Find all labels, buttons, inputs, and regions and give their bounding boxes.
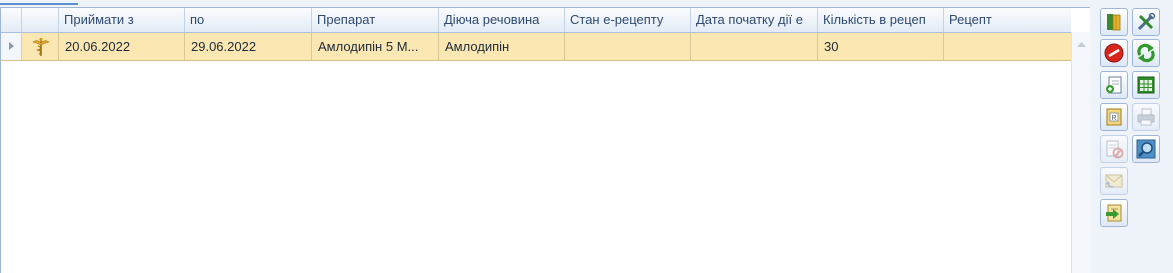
cancel-icon [1104, 43, 1124, 63]
print-button[interactable] [1132, 103, 1160, 131]
column-header-quantity[interactable]: Кількість в рецеп [818, 8, 944, 32]
cell-start-date [691, 33, 818, 60]
column-header-to[interactable]: по [185, 8, 312, 32]
open-book-icon [1107, 14, 1121, 31]
printer-icon [1137, 108, 1155, 126]
column-header-take-from[interactable]: Приймати з [59, 8, 185, 32]
open-book-button[interactable] [1100, 8, 1128, 36]
column-header-substance[interactable]: Діюча речовина [439, 8, 565, 32]
table-view-icon [1137, 76, 1155, 94]
search-button[interactable] [1132, 135, 1160, 163]
add-document-button[interactable] [1100, 71, 1128, 99]
delete-document-icon [1106, 140, 1124, 159]
prescription-form-icon: R [1106, 108, 1122, 126]
delete-document-button[interactable] [1100, 135, 1128, 163]
export-button[interactable] [1100, 199, 1128, 227]
row-pointer-icon [9, 42, 14, 50]
cell-substance: Амлодипін [439, 33, 565, 60]
prescription-form-button[interactable]: R [1100, 103, 1128, 131]
refresh-icon [1137, 43, 1155, 63]
cancel-button[interactable] [1100, 39, 1128, 67]
vertical-scrollbar[interactable] [1071, 32, 1091, 273]
column-header-drug[interactable]: Препарат [312, 8, 439, 32]
magnifier-icon [1136, 139, 1156, 159]
tools-button[interactable] [1132, 8, 1160, 36]
add-document-icon [1106, 76, 1122, 94]
tools-icon [1137, 12, 1156, 31]
row-indicator[interactable] [1, 33, 22, 60]
cell-drug: Амлодипін 5 М... [312, 33, 439, 60]
cell-take-from: 20.06.2022 [59, 33, 185, 60]
refresh-button[interactable] [1132, 39, 1160, 67]
scroll-up-arrow-icon[interactable] [1077, 42, 1086, 47]
cell-erx-status [565, 33, 691, 60]
column-header-erx-status[interactable]: Стан е-рецепту [565, 8, 691, 32]
export-arrow-icon [1106, 204, 1122, 222]
top-tab-strip [0, 0, 1173, 5]
reply-envelope-button[interactable] [1100, 167, 1128, 195]
envelope-reply-icon [1105, 174, 1123, 188]
caduceus-icon [32, 37, 50, 56]
active-tab-indicator [0, 3, 78, 5]
column-header-prescription[interactable]: Рецепт [944, 8, 1071, 32]
grid-header: Приймати з по Препарат Діюча речовина Ст… [1, 8, 1071, 33]
table-row[interactable]: 20.06.2022 29.06.2022 Амлодипін 5 М... А… [1, 33, 1071, 61]
table-view-button[interactable] [1132, 71, 1160, 99]
cell-quantity: 30 [818, 33, 944, 60]
header-indicator-cell [1, 8, 22, 32]
svg-text:R: R [1111, 115, 1116, 122]
cell-prescription [944, 33, 1071, 60]
side-toolbar: R [1096, 7, 1166, 272]
prescriptions-grid: Приймати з по Препарат Діюча речовина Ст… [0, 7, 1091, 273]
column-header-start-date[interactable]: Дата початку дії е [691, 8, 818, 32]
header-icon-cell [22, 8, 59, 32]
row-icon-cell [22, 33, 59, 60]
cell-to: 29.06.2022 [185, 33, 312, 60]
